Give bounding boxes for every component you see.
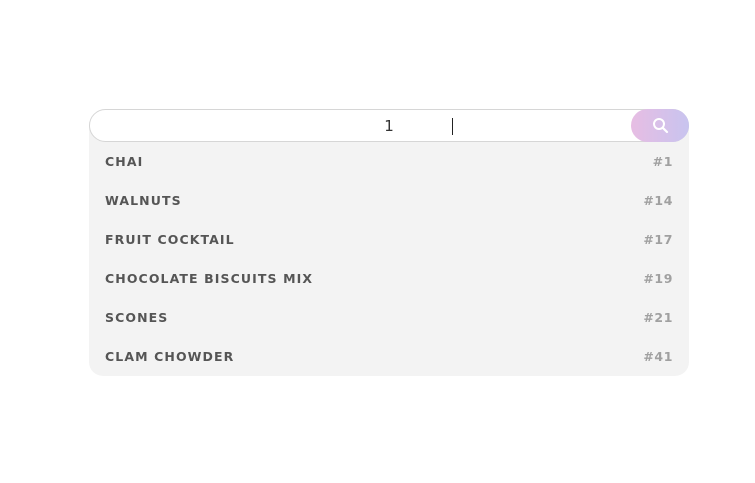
result-name: SCONES (105, 310, 169, 325)
page: CHAI #1 WALNUTS #14 FRUIT COCKTAIL #17 C… (0, 0, 755, 483)
list-item[interactable]: CHAI #1 (89, 142, 689, 181)
result-number: #1 (652, 154, 673, 169)
search-input[interactable] (90, 110, 688, 141)
search-button[interactable] (631, 109, 689, 142)
search-bar (89, 109, 689, 142)
list-item[interactable]: FRUIT COCKTAIL #17 (89, 220, 689, 259)
result-number: #21 (643, 310, 673, 325)
search-icon (652, 117, 669, 134)
result-name: CLAM CHOWDER (105, 349, 235, 364)
text-caret (452, 118, 453, 135)
result-number: #14 (643, 193, 673, 208)
list-item[interactable]: SCONES #21 (89, 298, 689, 337)
list-item[interactable]: CHOCOLATE BISCUITS MIX #19 (89, 259, 689, 298)
list-item[interactable]: CLAM CHOWDER #41 (89, 337, 689, 376)
result-number: #41 (643, 349, 673, 364)
result-number: #19 (643, 271, 673, 286)
result-number: #17 (643, 232, 673, 247)
search-widget: CHAI #1 WALNUTS #14 FRUIT COCKTAIL #17 C… (89, 109, 689, 376)
results-dropdown: CHAI #1 WALNUTS #14 FRUIT COCKTAIL #17 C… (89, 126, 689, 376)
list-item[interactable]: WALNUTS #14 (89, 181, 689, 220)
result-name: CHAI (105, 154, 144, 169)
result-name: CHOCOLATE BISCUITS MIX (105, 271, 314, 286)
result-name: WALNUTS (105, 193, 182, 208)
result-name: FRUIT COCKTAIL (105, 232, 235, 247)
